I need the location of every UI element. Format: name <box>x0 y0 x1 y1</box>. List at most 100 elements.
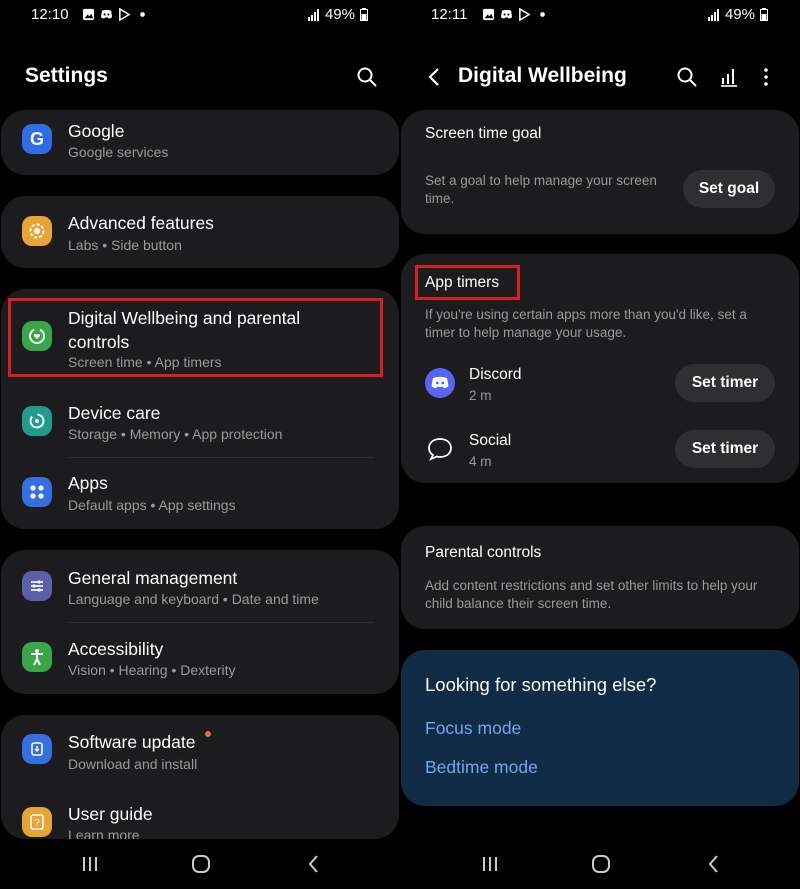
home-icon[interactable] <box>190 853 212 875</box>
notification-icons <box>482 6 549 22</box>
set-goal-button[interactable]: Set goal <box>683 170 775 208</box>
apps-icon <box>22 477 52 507</box>
signal-icon <box>707 8 719 21</box>
item-title: Apps <box>68 473 108 493</box>
play-store-icon <box>119 7 131 21</box>
item-subtitle: Vision • Hearing • Dexterity <box>68 662 236 678</box>
parental-controls-card[interactable]: Parental controls Add content restrictio… <box>401 526 799 629</box>
bedtime-mode-link[interactable]: Bedtime mode <box>425 757 538 778</box>
gallery-icon <box>82 8 95 20</box>
app-timer-row-discord[interactable]: Discord 2 m Set timer <box>401 358 799 416</box>
play-store-icon <box>519 7 531 21</box>
svg-text:?: ? <box>34 818 40 829</box>
back-icon[interactable] <box>303 853 325 875</box>
item-subtitle: Language and keyboard • Date and time <box>68 591 319 607</box>
update-badge-dot <box>205 731 211 737</box>
settings-card-google: G Google Google services <box>1 110 399 175</box>
notification-icons <box>82 6 149 22</box>
divider <box>68 457 374 458</box>
recents-icon[interactable] <box>79 853 101 875</box>
parental-controls-description: Add content restrictions and set other l… <box>425 578 758 611</box>
set-timer-button[interactable]: Set timer <box>675 364 775 402</box>
highlight-box <box>8 298 383 377</box>
stats-icon[interactable] <box>718 66 740 88</box>
status-right: 49% <box>707 6 768 23</box>
item-subtitle: Storage • Memory • App protection <box>68 426 283 442</box>
app-name: Discord <box>469 366 522 383</box>
chat-bubble-icon <box>428 438 452 461</box>
page-title: Digital Wellbeing <box>458 64 627 87</box>
general-management-icon <box>22 571 52 601</box>
nav-bar <box>400 839 800 889</box>
item-subtitle: Learn more <box>68 827 140 839</box>
item-title: User guide <box>68 804 153 824</box>
more-options-icon[interactable] <box>755 66 777 88</box>
app-usage-time: 2 m <box>469 388 492 403</box>
battery-icon <box>760 8 768 21</box>
highlight-box <box>415 265 520 300</box>
item-title: Advanced features <box>68 213 214 233</box>
battery-percent: 49% <box>324 6 355 23</box>
discord-icon <box>425 368 455 398</box>
item-title: Accessibility <box>68 639 164 659</box>
settings-item-user-guide[interactable]: ? User guide Learn more <box>1 787 399 839</box>
item-subtitle: Default apps • App settings <box>68 497 236 513</box>
status-bar: 12:10 49% <box>0 0 400 32</box>
item-subtitle: Labs • Side button <box>68 237 182 253</box>
user-guide-icon: ? <box>22 807 52 837</box>
settings-item-accessibility[interactable]: Accessibility Vision • Hearing • Dexteri… <box>1 624 399 694</box>
device-care-icon <box>22 406 52 436</box>
settings-item-google[interactable]: G Google Google services <box>1 110 399 175</box>
discord-notification-icon <box>100 9 113 19</box>
back-icon[interactable] <box>703 853 725 875</box>
battery-percent: 49% <box>724 6 755 23</box>
screen-time-goal-card: Screen time goal Set a goal to help mana… <box>401 110 799 234</box>
accessibility-icon <box>22 642 52 672</box>
recents-icon[interactable] <box>479 853 501 875</box>
settings-item-general-management[interactable]: General management Language and keyboard… <box>1 550 399 622</box>
search-icon[interactable] <box>676 66 698 88</box>
settings-screen: 12:10 49% Settings G Google Google servi… <box>0 0 400 889</box>
search-icon[interactable] <box>356 66 378 88</box>
item-title: Software update <box>68 732 196 752</box>
settings-item-apps[interactable]: Apps Default apps • App settings <box>1 459 399 529</box>
back-arrow-icon[interactable] <box>423 66 445 88</box>
item-subtitle: Google services <box>68 144 169 160</box>
battery-icon <box>360 8 368 21</box>
advanced-features-icon <box>22 216 52 246</box>
dot-icon <box>140 11 145 17</box>
status-right: 49% <box>307 6 368 23</box>
looking-title: Looking for something else? <box>425 674 657 695</box>
home-icon[interactable] <box>590 853 612 875</box>
focus-mode-link[interactable]: Focus mode <box>425 718 521 739</box>
page-title: Settings <box>25 64 108 87</box>
divider <box>68 622 374 623</box>
settings-card-general: General management Language and keyboard… <box>1 550 399 694</box>
app-timers-description: If you're using certain apps more than y… <box>425 307 747 340</box>
dot-icon <box>540 11 545 17</box>
item-title: Device care <box>68 403 161 423</box>
settings-card-advanced: Advanced features Labs • Side button <box>1 196 399 268</box>
looking-for-something-else-card: Looking for something else? Focus mode B… <box>401 650 799 806</box>
status-bar: 12:11 49% <box>400 0 800 32</box>
settings-item-software-update[interactable]: Software update Download and install <box>1 715 399 787</box>
parental-controls-title: Parental controls <box>425 544 542 561</box>
screen-time-goal-title: Screen time goal <box>425 125 542 142</box>
app-usage-time: 4 m <box>469 454 492 469</box>
settings-item-device-care[interactable]: Device care Storage • Memory • App prote… <box>1 385 399 457</box>
status-time: 12:11 <box>431 6 468 23</box>
item-subtitle: Download and install <box>68 756 198 772</box>
nav-bar <box>0 839 400 889</box>
set-timer-button[interactable]: Set timer <box>675 430 775 468</box>
signal-icon <box>307 8 319 21</box>
settings-item-advanced-features[interactable]: Advanced features Labs • Side button <box>1 196 399 268</box>
settings-card-software: Software update Download and install ? U… <box>1 715 399 839</box>
software-update-icon <box>22 734 52 764</box>
screen-time-goal-description: Set a goal to help manage your screen ti… <box>425 173 657 206</box>
google-icon: G <box>22 124 52 154</box>
app-timer-row-social[interactable]: Social 4 m Set timer <box>401 424 799 482</box>
discord-notification-icon <box>500 9 513 19</box>
item-title: Google <box>68 121 125 141</box>
app-name: Social <box>469 432 512 449</box>
item-title: General management <box>68 568 238 588</box>
